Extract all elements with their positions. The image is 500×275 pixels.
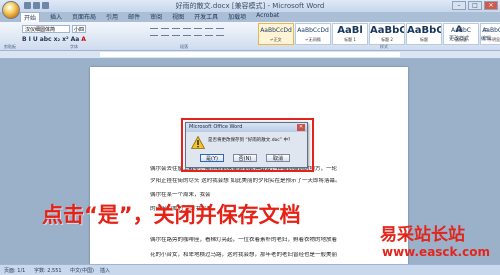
insert-mode[interactable]: 插入 (100, 267, 110, 274)
group-label-font: 字体 (70, 44, 78, 49)
tab-home[interactable]: 开始 (20, 12, 41, 22)
line-spacing-icon[interactable] (216, 28, 224, 36)
change-styles-button[interactable]: A 更改样式 (448, 25, 470, 45)
subscript-button[interactable]: x₂ (54, 36, 61, 43)
find-icon: ⌕ (483, 25, 489, 35)
strikethrough-button[interactable]: abc (40, 36, 52, 43)
underline-button[interactable]: U (33, 36, 38, 43)
tab-insert[interactable]: 插入 (50, 12, 62, 22)
numbering-icon[interactable] (161, 28, 169, 36)
tab-acrobat[interactable]: Acrobat (256, 12, 279, 22)
tab-mailings[interactable]: 邮件 (128, 12, 140, 22)
bullets-icon[interactable] (150, 28, 158, 36)
superscript-button[interactable]: x² (62, 36, 69, 43)
paragraph-buttons (150, 28, 224, 36)
group-label-styles: 样式 (380, 44, 388, 49)
style-name: ↵无间隔 (305, 37, 321, 42)
align-left-icon[interactable] (172, 28, 180, 36)
style-name: 标题 (420, 37, 428, 42)
instruction-annotation: 点击“是”，关闭并保存文档 (42, 203, 301, 227)
paragraph: 偶尔在路旁的咖啡座，看梯灯亮起，一位衣着素朴的老妇，孵着衣物的地放着 (150, 237, 338, 243)
change-styles-icon: A (455, 25, 463, 35)
language-status[interactable]: 中文(中国) (70, 267, 94, 274)
style-sample: AaBbC (370, 25, 404, 36)
paragraph: 夕阳正挂在街的尽头 这时我会想 如此美丽的夕阳实在是预示了一天即将落幕。 (150, 178, 341, 184)
style-option[interactable]: AaBbC 标题 2 (369, 23, 405, 45)
tab-addins[interactable]: 加载项 (228, 12, 246, 22)
style-option[interactable]: AaBbCcDd ↵正文 (258, 23, 294, 45)
style-option[interactable]: AaBbC 标题 (406, 23, 442, 45)
minimize-button[interactable]: – (452, 1, 466, 10)
style-sample: AaBbCcDd (260, 27, 292, 34)
ribbon-tabs: 开始 插入 页面布局 引用 邮件 审阅 视图 开发工具 加载项 Acrobat (20, 12, 279, 22)
format-buttons: B I U abc x₂ x² Aa A (22, 36, 86, 43)
group-label-clipboard: 剪贴板 (4, 44, 16, 49)
bold-button[interactable]: B (22, 36, 27, 43)
status-bar: 页面: 1/1 字数: 2,551 中文(中国) 插入 (0, 264, 500, 275)
watermark-cn: 易采站长站 (380, 225, 465, 245)
word-count[interactable]: 字数: 2,551 (34, 267, 62, 274)
align-center-icon[interactable] (183, 28, 191, 36)
font-color-button[interactable]: A (81, 36, 86, 43)
align-right-icon[interactable] (194, 28, 202, 36)
tab-page-layout[interactable]: 页面布局 (72, 12, 96, 22)
italic-button[interactable]: I (29, 36, 31, 43)
close-button[interactable]: ✕ (484, 1, 498, 10)
tab-developer[interactable]: 开发工具 (194, 12, 218, 22)
style-option[interactable]: AaBbCcDd ↵无间隔 (295, 23, 331, 45)
ruler[interactable] (0, 51, 500, 59)
editing-label: 编辑 (480, 36, 491, 42)
watermark: 易采站长站 www.easck.com (380, 220, 500, 264)
style-name: ↵正文 (270, 37, 282, 42)
style-option[interactable]: AaBl 标题 1 (332, 23, 368, 45)
tab-view[interactable]: 视图 (172, 12, 184, 22)
paragraph: 偶尔在某一个周末，我会 (150, 192, 211, 198)
highlight-box (181, 118, 314, 172)
maximize-button[interactable]: □ (468, 1, 482, 10)
window-controls: – □ ✕ (452, 1, 498, 10)
tab-references[interactable]: 引用 (106, 12, 118, 22)
watermark-en: www.easck.com (382, 245, 490, 259)
tab-review[interactable]: 审阅 (150, 12, 162, 22)
paragraph: 花的小台女，和卑地横过马路，这时我会想，那年老的老妇曾经也是一般美丽 (150, 252, 338, 258)
style-sample: AaBl (337, 25, 363, 36)
title-bar: 好雨的散文.docx [兼容模式] - Microsoft Word – □ ✕ (0, 0, 500, 19)
change-styles-label: 更改样式 (448, 36, 469, 42)
font-size-select[interactable]: 小四 (72, 25, 86, 33)
editing-button[interactable]: ⌕ 编辑 (474, 25, 498, 45)
page-count[interactable]: 页面: 1/1 (4, 267, 25, 274)
change-case-button[interactable]: Aa (71, 36, 80, 43)
justify-icon[interactable] (205, 28, 213, 36)
style-name: 标题 1 (344, 37, 356, 42)
font-name-select[interactable]: 汉仪细圆体简 (22, 25, 70, 33)
style-name: 标题 2 (381, 37, 393, 42)
window-title: 好雨的散文.docx [兼容模式] - Microsoft Word (175, 2, 325, 10)
ruler-page-area (100, 52, 400, 57)
group-label-paragraph: 段落 (180, 44, 188, 49)
style-sample: AaBbCcDd (297, 27, 329, 34)
style-sample: AaBbC (407, 25, 441, 36)
